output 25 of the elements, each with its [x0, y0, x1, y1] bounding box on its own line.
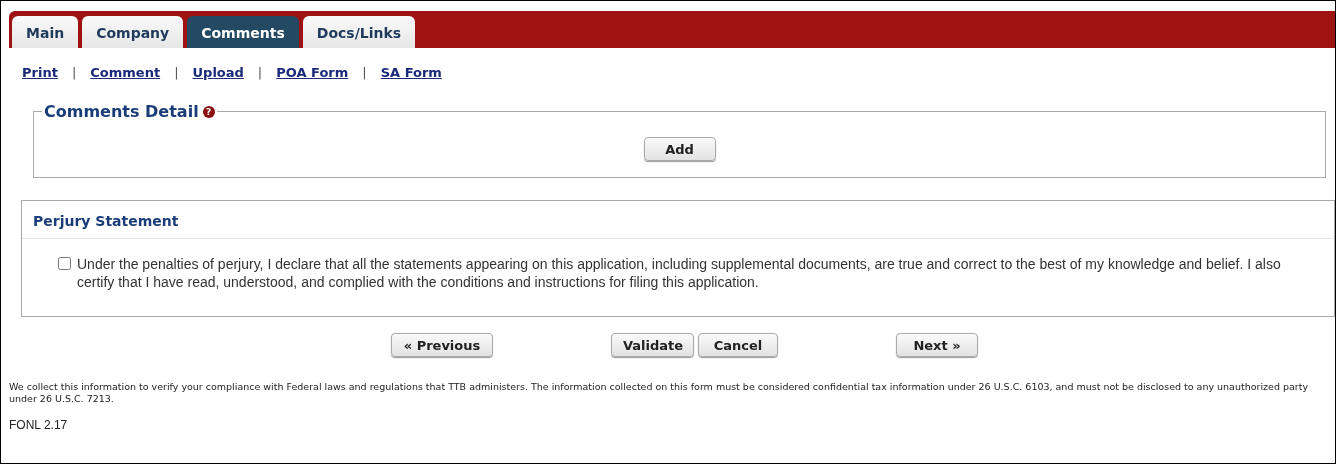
- separator: |: [257, 65, 263, 80]
- add-button[interactable]: Add: [643, 137, 716, 161]
- link[interactable]: POA Form: [276, 65, 349, 80]
- separator: |: [362, 65, 367, 80]
- tab[interactable]: Comments: [187, 16, 299, 48]
- tab[interactable]: Main: [12, 16, 79, 48]
- separator: |: [174, 65, 179, 80]
- help-icon[interactable]: ?: [202, 105, 215, 118]
- separator: |: [71, 65, 77, 80]
- tab[interactable]: Company: [82, 16, 184, 48]
- version-label: FONL 2.17: [9, 418, 69, 432]
- checkbox[interactable]: [58, 257, 71, 270]
- section-title: Perjury Statement: [22, 201, 1334, 239]
- tab[interactable]: Docs/Links: [302, 16, 416, 48]
- cancel-button[interactable]: Cancel: [698, 333, 778, 357]
- privacy-notice: We collect this information to verify your compliance with Federal laws and regulations that TTB administers. The information collected on this form must be considered confidential tax information under 26 U.S.C. 6103, and must not be disclosed to any unauthorized party under 26 U.S.C. 7213.: [9, 381, 1310, 405]
- link[interactable]: Comment: [90, 65, 161, 80]
- perjury-statement: Under the penalties of perjury, I declare that all the statements appearing on this application, including supplemental documents, are true and correct to the best of my knowledge and belief. I also certify that I have read, understood, and complied with the conditions and instructions for filing this application.: [77, 255, 1282, 291]
- previous-button[interactable]: « Previous: [391, 333, 493, 357]
- validate-button[interactable]: Validate: [611, 333, 694, 357]
- section-title: Comments Detail: [44, 102, 199, 121]
- next-button[interactable]: Next »: [896, 333, 978, 357]
- link[interactable]: SA Form: [380, 65, 442, 80]
- link[interactable]: Upload: [192, 65, 244, 80]
- link[interactable]: Print: [22, 65, 58, 80]
